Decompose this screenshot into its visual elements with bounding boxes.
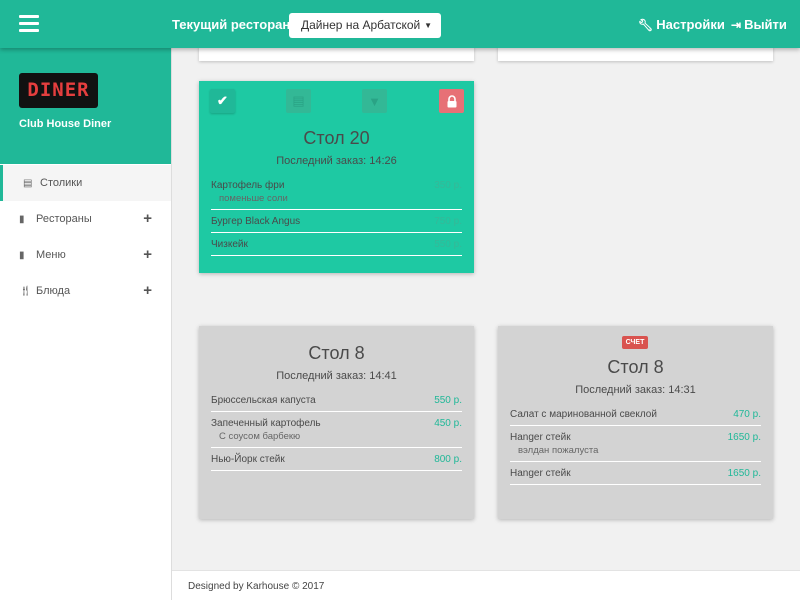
order-item-name: Брюссельская капуста [211,395,316,406]
table-title: Стол 8 [607,357,664,377]
restaurant-select[interactable]: Дайнер на Арбатской ▼ [289,13,441,38]
order-item-name: Картофель фри [211,180,285,191]
order-list: Салат с маринованной свеклой 470 р. Hang… [510,403,761,485]
order-item-note: поменьше соли [219,193,288,204]
order-item-name: Бургер Black Angus [211,216,301,227]
logout-label: Выйти [744,17,787,32]
order-item-name: Hanger стейк [510,468,571,479]
order-item: Салат с маринованной свеклой 470 р. [510,403,761,426]
plus-icon[interactable]: + [143,246,152,263]
sidebar-item-label: Рестораны [36,213,92,225]
sidebar: DINER Club House Diner ▤ Столики ▮ Ресто… [0,48,172,600]
check-icon[interactable]: ✔ [210,89,235,113]
wrench-icon: 🔧︎ [638,17,654,32]
order-item: Hanger стейк 1650 р. [510,462,761,485]
sidebar-item-menu[interactable]: ▮ Меню + [0,237,171,273]
order-item-price: 1650 р. [727,468,761,479]
order-item-price: 1650 р. [727,432,761,443]
logo: DINER [19,73,98,108]
document-icon: ▮ [19,249,25,261]
table-card[interactable]: СЧЕТ Стол 8 Последний заказ: 14:31 Салат… [498,326,773,519]
order-item-note: вэлдан пожалуста [518,445,599,456]
brand-name: Club House Diner [19,118,112,130]
order-item: Чизкейк 550 р. [211,233,462,256]
order-item: Нью-Йорк стейк 800 р. [211,448,462,471]
last-order-time: Последний заказ: 14:31 [575,384,696,396]
sidebar-item-restaurants[interactable]: ▮ Рестораны + [0,201,171,237]
footer-text: Designed by Karhouse © 2017 [188,581,325,592]
brand-panel: DINER Club House Diner [0,48,171,164]
order-item-name: Нью-Йорк стейк [211,454,285,465]
cutlery-icon: 🍴︎ [19,285,32,297]
sidebar-item-label: Блюда [36,285,71,297]
settings-label: Настройки [656,17,725,32]
order-item-name: Запеченный картофель [211,418,321,429]
footer: Designed by Karhouse © 2017 [172,570,800,600]
sidebar-item-label: Столики [40,177,83,189]
table-title: Стол 20 [303,128,370,148]
sidebar-item-label: Меню [36,249,66,261]
lock-icon[interactable] [439,89,464,113]
order-item-price: 750 р. [434,216,462,227]
restaurant-select-value: Дайнер на Арбатской [301,18,421,32]
table-title: Стол 8 [308,343,365,363]
current-restaurant-label: Текущий ресторан: [172,17,295,32]
order-item: Картофель фри 350 р. поменьше соли [211,174,462,210]
last-order-time: Последний заказ: 14:26 [276,155,397,167]
order-item-price: 470 р. [733,409,761,420]
order-item-price: 800 р. [434,454,462,465]
order-list: Брюссельская капуста 550 р. Запеченный к… [211,389,462,471]
order-item: Бургер Black Angus 750 р. [211,210,462,233]
id-card-icon: ▤ [23,177,33,189]
order-item-name: Чизкейк [211,239,248,250]
plus-icon[interactable]: + [143,282,152,299]
bill-badge: СЧЕТ [622,336,648,349]
shirt-icon[interactable]: ▼ [362,89,387,113]
order-item-price: 550 р. [434,395,462,406]
document-icon[interactable]: ▤ [286,89,311,113]
last-order-time: Последний заказ: 14:41 [276,370,397,382]
logout-link[interactable]: ⇥ Выйти [731,17,787,32]
top-bar: Текущий ресторан: Дайнер на Арбатской ▼ … [0,0,800,48]
table-card[interactable]: ✔ ▤ ▼ Стол 20 Последний заказ: 14:26 Кар… [199,81,474,273]
order-item-name: Салат с маринованной свеклой [510,409,657,420]
order-item-note: С соусом барбекю [219,431,301,442]
order-item-price: 450 р. [434,418,462,429]
document-icon: ▮ [19,213,25,225]
sidebar-item-dishes[interactable]: 🍴︎ Блюда + [0,273,171,309]
plus-icon[interactable]: + [143,210,152,227]
order-item: Hanger стейк 1650 р. вэлдан пожалуста [510,426,761,462]
order-item: Запеченный картофель 450 р. С соусом бар… [211,412,462,448]
order-item-price: 550 р. [434,239,462,250]
settings-link[interactable]: 🔧︎ Настройки [638,17,725,32]
logout-icon: ⇥ [731,17,742,32]
order-item: Брюссельская капуста 550 р. [211,389,462,412]
caret-down-icon: ▼ [424,21,432,30]
order-item-price: 350 р. [434,180,462,191]
order-item-name: Hanger стейк [510,432,571,443]
order-list: Картофель фри 350 р. поменьше соли Бурге… [211,174,462,256]
menu-icon[interactable] [19,15,39,33]
sidebar-item-tables[interactable]: ▤ Столики [0,165,171,201]
table-card[interactable]: Стол 8 Последний заказ: 14:41 Брюссельск… [199,326,474,519]
